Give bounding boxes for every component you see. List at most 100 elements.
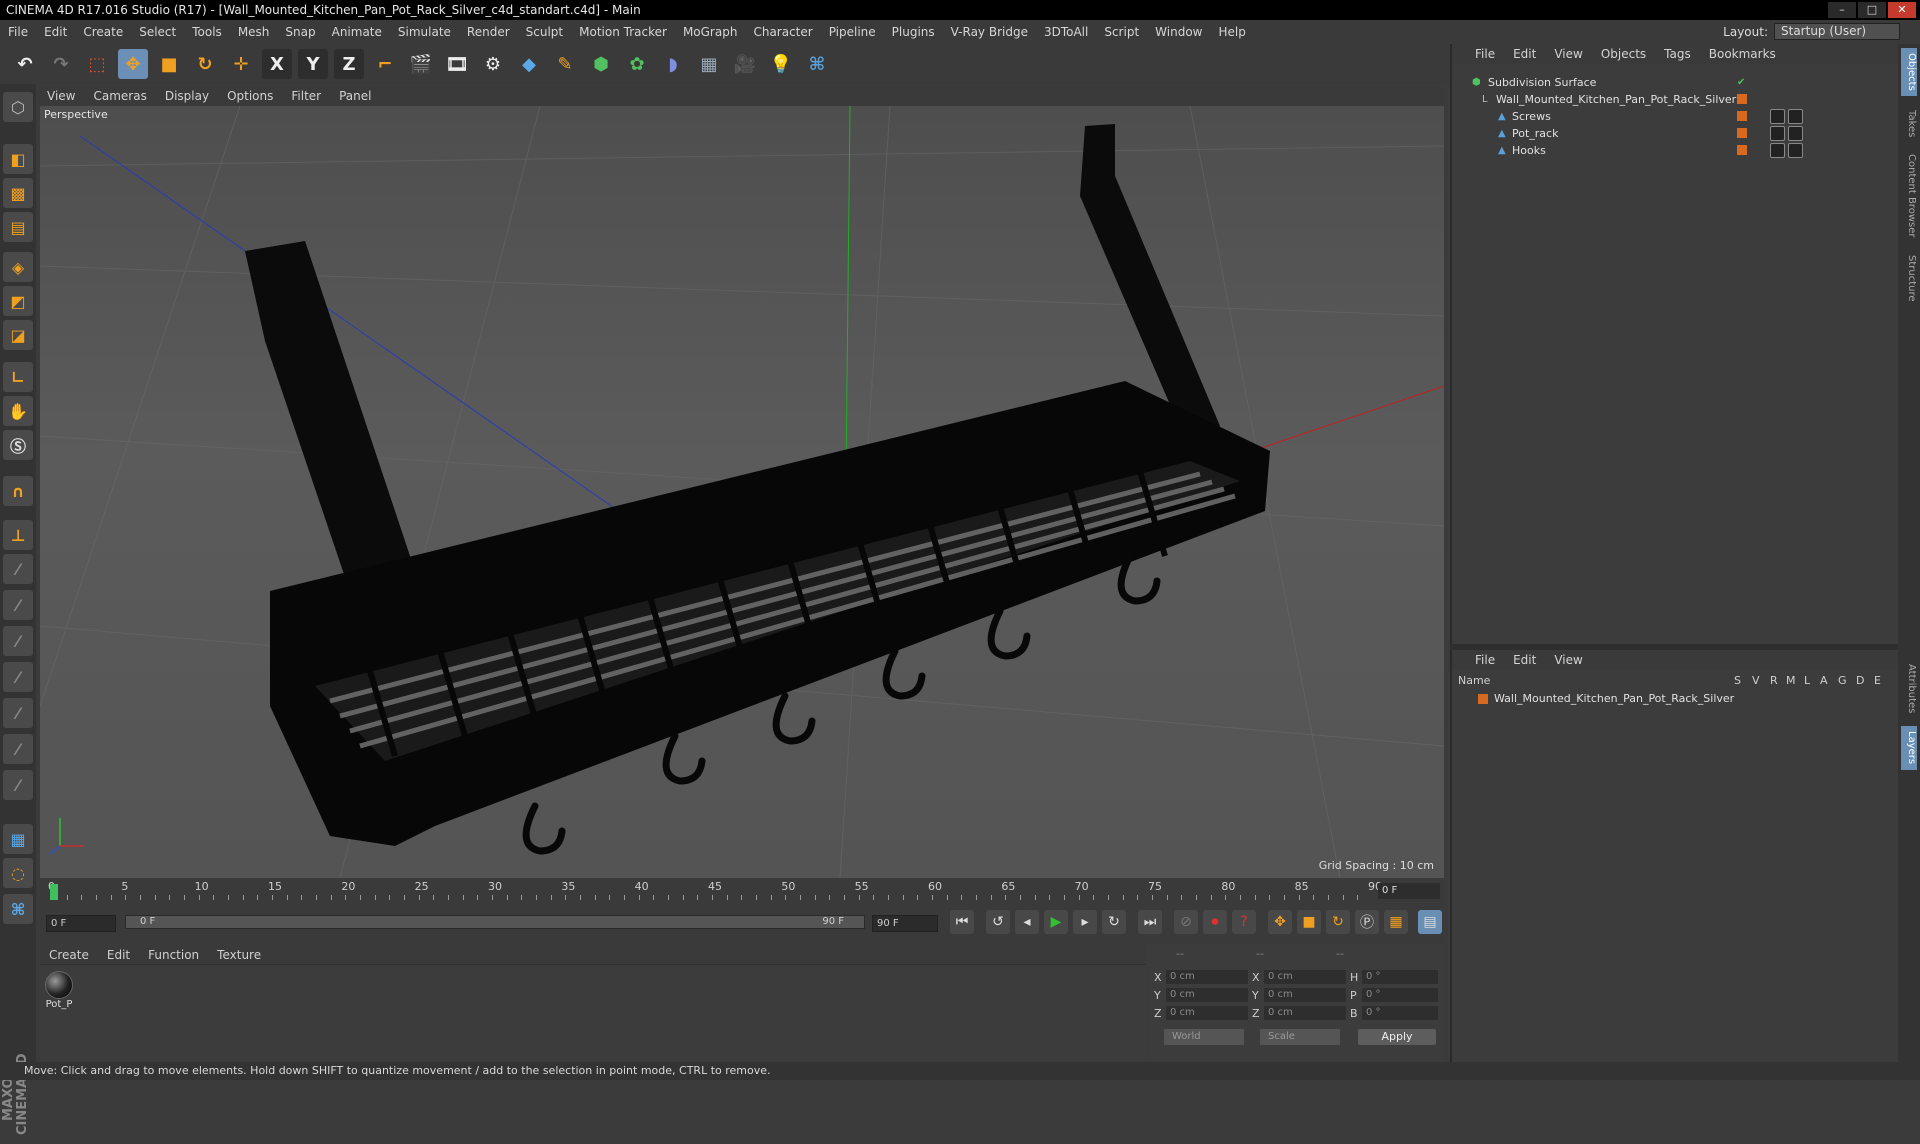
material-menu-create[interactable]: Create <box>40 948 98 962</box>
perspective-viewport[interactable]: Perspective Grid Spacing : 10 cm <box>40 106 1444 878</box>
timeline-current-frame[interactable]: 0 F <box>1378 883 1440 899</box>
rotation-p-field[interactable]: 0 ° <box>1362 988 1438 1002</box>
playhead[interactable] <box>50 884 58 900</box>
light-icon[interactable]: 💡 <box>766 49 796 79</box>
tab-objects[interactable]: Objects <box>1901 48 1917 96</box>
key-parameter-icon[interactable]: Ⓟ <box>1355 910 1379 934</box>
rotation-b-field[interactable]: 0 ° <box>1362 1006 1438 1020</box>
render-view-icon[interactable]: 🎬 <box>406 49 436 79</box>
menu-sculpt[interactable]: Sculpt <box>518 25 571 39</box>
texture-tag-icon[interactable] <box>1788 126 1803 141</box>
key-scale-icon[interactable]: ■ <box>1297 910 1321 934</box>
x-axis-lock[interactable]: X <box>262 49 292 79</box>
object-row[interactable]: ⬢ Subdivision Surface ✔ <box>1452 74 1898 91</box>
menu-animate[interactable]: Animate <box>324 25 390 39</box>
solo-icon[interactable]: Ⓢ <box>3 430 33 460</box>
object-menu-objects[interactable]: Objects <box>1592 47 1655 61</box>
object-menu-edit[interactable]: Edit <box>1504 47 1545 61</box>
size-x-field[interactable]: 0 cm <box>1264 970 1346 984</box>
size-z-field[interactable]: 0 cm <box>1264 1006 1346 1020</box>
model-mode-icon[interactable]: ◧ <box>3 144 33 174</box>
material-tag-icon[interactable] <box>1770 126 1785 141</box>
scale-tool-icon[interactable]: ■ <box>154 49 184 79</box>
brush-3-icon[interactable]: ⁄ <box>3 626 33 656</box>
object-row[interactable]: ▲ Hooks <box>1452 142 1898 159</box>
menu-window[interactable]: Window <box>1147 25 1210 39</box>
apply-button[interactable]: Apply <box>1358 1029 1436 1045</box>
material-tag-icon[interactable] <box>1770 143 1785 158</box>
brush-2-icon[interactable]: ⁄ <box>3 590 33 620</box>
snap-icon[interactable]: ⊥ <box>3 520 33 550</box>
next-frame-icon[interactable]: ▸ <box>1073 910 1097 934</box>
tab-attributes[interactable]: Attributes <box>1901 656 1917 722</box>
render-picture-viewer-icon[interactable]: 🎞 <box>442 49 472 79</box>
timeline-layout-icon[interactable]: ▤ <box>1418 910 1442 934</box>
subdivision-icon[interactable]: ⬢ <box>586 49 616 79</box>
render-settings-icon[interactable]: ⚙ <box>478 49 508 79</box>
menu-mograph[interactable]: MoGraph <box>675 25 746 39</box>
axis-mode-icon[interactable]: ∟ <box>3 362 33 392</box>
menu-create[interactable]: Create <box>75 25 131 39</box>
menu-snap[interactable]: Snap <box>277 25 323 39</box>
position-y-field[interactable]: 0 cm <box>1166 988 1248 1002</box>
camera-icon[interactable]: 🎥 <box>730 49 760 79</box>
key-position-icon[interactable]: ✥ <box>1268 910 1292 934</box>
transform-mode-dropdown[interactable]: Scale <box>1260 1029 1340 1045</box>
material-tag-icon[interactable] <box>1770 109 1785 124</box>
motion-record-icon[interactable]: ⊘ <box>1174 910 1198 934</box>
spline-tool-icon[interactable]: ◌ <box>3 858 33 888</box>
grid-tool-icon[interactable]: ▦ <box>3 824 33 854</box>
record-keys-icon[interactable]: ⏺ <box>1203 910 1227 934</box>
menu-help[interactable]: Help <box>1210 25 1253 39</box>
layer-color-swatch[interactable] <box>1737 145 1747 155</box>
redo-icon[interactable]: ↷ <box>46 49 76 79</box>
brush-1-icon[interactable]: ⁄ <box>3 554 33 584</box>
tab-layers[interactable]: Layers <box>1901 726 1917 770</box>
floor-icon[interactable]: ▦ <box>694 49 724 79</box>
menu-script[interactable]: Script <box>1096 25 1147 39</box>
layer-color-swatch[interactable] <box>1737 111 1747 121</box>
undo-icon[interactable]: ↶ <box>10 49 40 79</box>
layer-menu-file[interactable]: File <box>1466 653 1504 667</box>
object-menu-bookmarks[interactable]: Bookmarks <box>1700 47 1785 61</box>
menu-3dtoall[interactable]: 3DToAll <box>1036 25 1096 39</box>
maximize-button[interactable]: □ <box>1858 2 1886 18</box>
auto-keying-icon[interactable]: ? <box>1232 910 1256 934</box>
layer-row[interactable]: Wall_Mounted_Kitchen_Pan_Pot_Rack_Silver <box>1452 690 1898 707</box>
frame-range-slider[interactable]: 0 F 90 F <box>125 915 865 929</box>
play-icon[interactable]: ▶ <box>1044 910 1068 934</box>
tweak-mode-icon[interactable]: ✋ <box>3 396 33 426</box>
spline-pen-icon[interactable]: ✎ <box>550 49 580 79</box>
position-z-field[interactable]: 0 cm <box>1166 1006 1248 1020</box>
timeline-ruler[interactable]: 051015202530354045505560657075808590 0 F <box>40 880 1444 902</box>
tab-structure[interactable]: Structure <box>1901 248 1917 308</box>
next-key-icon[interactable]: ↻ <box>1102 910 1126 934</box>
python-script-icon[interactable]: ⌘ <box>3 894 33 924</box>
layout-dropdown[interactable]: Startup (User) <box>1774 23 1900 40</box>
viewport-menu-filter[interactable]: Filter <box>282 89 330 103</box>
object-menu-tags[interactable]: Tags <box>1655 47 1700 61</box>
brush-7-icon[interactable]: ⁄ <box>3 770 33 800</box>
menu-pipeline[interactable]: Pipeline <box>821 25 884 39</box>
object-menu-file[interactable]: File <box>1466 47 1504 61</box>
end-frame-field[interactable]: 90 F <box>872 915 938 932</box>
menu-tools[interactable]: Tools <box>184 25 230 39</box>
viewport-menu-cameras[interactable]: Cameras <box>84 89 155 103</box>
size-y-field[interactable]: 0 cm <box>1264 988 1346 1002</box>
material-menu-function[interactable]: Function <box>139 948 208 962</box>
material-swatch[interactable]: Pot_P <box>44 971 74 1010</box>
viewport-menu-options[interactable]: Options <box>218 89 282 103</box>
menu-motion-tracker[interactable]: Motion Tracker <box>571 25 675 39</box>
menu-character[interactable]: Character <box>745 25 820 39</box>
move-tool-icon[interactable]: ✥ <box>118 49 148 79</box>
close-button[interactable]: ✕ <box>1888 2 1916 18</box>
z-axis-lock[interactable]: Z <box>334 49 364 79</box>
menu-vray-bridge[interactable]: V-Ray Bridge <box>943 25 1036 39</box>
layer-menu-edit[interactable]: Edit <box>1504 653 1545 667</box>
key-rotation-icon[interactable]: ↻ <box>1326 910 1350 934</box>
material-menu-edit[interactable]: Edit <box>98 948 139 962</box>
viewport-menu-display[interactable]: Display <box>156 89 218 103</box>
mograph-cloner-icon[interactable]: ✿ <box>622 49 652 79</box>
menu-select[interactable]: Select <box>131 25 184 39</box>
brush-4-icon[interactable]: ⁄ <box>3 662 33 692</box>
